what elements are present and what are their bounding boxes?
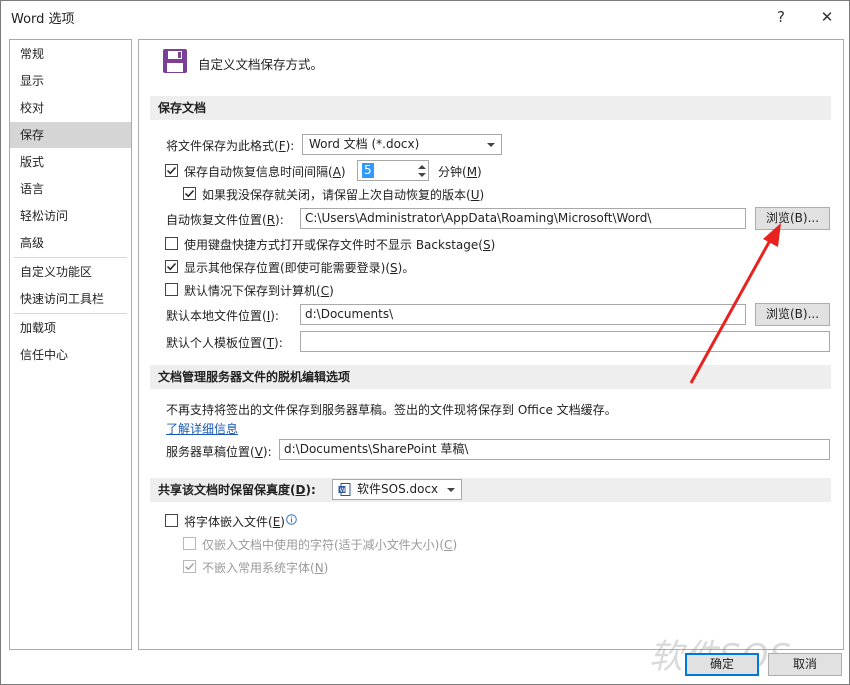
autorecover-minutes-value: 5 <box>362 163 374 178</box>
sidebar-item-quick-access-toolbar[interactable]: 快速访问工具栏 <box>10 286 131 312</box>
offline-info-text: 不再支持将签出的文件保存到服务器草稿。签出的文件现将保存到 Office 文档缓… <box>166 403 617 417</box>
help-button[interactable]: ? <box>761 1 801 33</box>
no-common-fonts-checkbox[interactable] <box>183 560 196 573</box>
server-drafts-location-input[interactable]: d:\Documents\SharePoint 草稿\ <box>279 439 830 460</box>
options-sidebar: 常规 显示 校对 保存 版式 语言 轻松访问 高级 自定义功能区 快速访问工具栏… <box>9 39 132 650</box>
save-to-computer-checkbox[interactable] <box>165 283 178 296</box>
sidebar-item-accessibility[interactable]: 轻松访问 <box>10 203 131 229</box>
annotation-arrow <box>689 223 781 384</box>
fidelity-document-select[interactable]: W 软件SOS.docx <box>332 479 462 500</box>
embed-used-characters-label: 仅嵌入文档中使用的字符(适于减小文件大小)(C) <box>202 538 458 552</box>
spin-up-icon[interactable] <box>418 165 426 169</box>
sidebar-divider <box>14 313 127 314</box>
autorecover-label: 保存自动恢复信息时间间隔(A) <box>184 165 346 179</box>
save-format-value: Word 文档 (*.docx) <box>309 137 420 151</box>
section-heading-save-documents: 保存文档 <box>150 96 831 120</box>
keep-last-version-checkbox[interactable] <box>183 187 196 200</box>
embed-used-characters-checkbox[interactable] <box>183 537 196 550</box>
embed-fonts-checkbox[interactable] <box>165 514 178 527</box>
autorecover-checkbox[interactable] <box>165 164 178 177</box>
sidebar-item-add-ins[interactable]: 加载项 <box>10 315 131 341</box>
word-options-dialog: Word 选项 ? ✕ 常规 显示 校对 保存 版式 语言 轻松访问 高级 自定… <box>0 0 850 685</box>
close-icon: ✕ <box>820 8 834 26</box>
section-heading-preserve-fidelity: 共享该文档时保留保真度(D): <box>150 478 831 502</box>
show-other-locations-label: 显示其他保存位置(即使可能需要登录)(S)。 <box>184 261 415 275</box>
server-drafts-location-label: 服务器草稿位置(V): <box>166 445 272 459</box>
embed-fonts-label: 将字体嵌入文件(E) <box>184 515 285 529</box>
fidelity-document-value: 软件SOS.docx <box>357 482 439 496</box>
learn-more-link[interactable]: 了解详细信息 <box>166 420 238 437</box>
save-format-label: 将文件保存为此格式(F): <box>166 139 295 153</box>
save-format-select[interactable]: Word 文档 (*.docx) <box>302 134 502 155</box>
sidebar-item-trust-center[interactable]: 信任中心 <box>10 342 131 368</box>
autorecover-location-label: 自动恢复文件位置(R): <box>166 213 284 227</box>
minutes-label: 分钟(M) <box>438 165 482 179</box>
save-to-computer-label: 默认情况下保存到计算机(C) <box>184 284 334 298</box>
no-common-fonts-label: 不嵌入常用系统字体(N) <box>202 561 329 575</box>
sidebar-item-proofing[interactable]: 校对 <box>10 95 131 121</box>
svg-text:W: W <box>340 487 346 494</box>
default-local-location-input[interactable]: d:\Documents\ <box>300 304 746 325</box>
default-local-location-label: 默认本地文件位置(I): <box>166 309 279 323</box>
sidebar-item-advanced[interactable]: 高级 <box>10 230 131 256</box>
sidebar-item-language[interactable]: 语言 <box>10 176 131 202</box>
show-other-locations-checkbox[interactable] <box>165 260 178 273</box>
cancel-button[interactable]: 取消 <box>768 653 842 676</box>
info-icon[interactable] <box>286 514 297 525</box>
title-bar: Word 选项 ? ✕ <box>1 1 849 33</box>
sidebar-item-save[interactable]: 保存 <box>10 122 131 148</box>
sidebar-item-layout[interactable]: 版式 <box>10 149 131 175</box>
sidebar-item-display[interactable]: 显示 <box>10 68 131 94</box>
sidebar-item-customize-ribbon[interactable]: 自定义功能区 <box>10 259 131 285</box>
no-backstage-checkbox[interactable] <box>165 237 178 250</box>
chevron-down-icon <box>447 488 455 492</box>
keep-last-version-label: 如果我没保存就关闭，请保留上次自动恢复的版本(U) <box>202 188 485 202</box>
autorecover-minutes-stepper[interactable]: 5 <box>357 160 429 181</box>
no-backstage-label: 使用键盘快捷方式打开或保存文件时不显示 Backstage(S) <box>184 238 496 252</box>
sidebar-item-general[interactable]: 常规 <box>10 41 131 67</box>
spin-down-icon[interactable] <box>418 173 426 177</box>
word-document-icon: W <box>338 483 351 496</box>
sidebar-divider <box>14 257 127 258</box>
chevron-down-icon <box>487 143 495 147</box>
floppy-disk-icon <box>162 48 188 74</box>
ok-button[interactable]: 确定 <box>685 653 759 676</box>
close-button[interactable]: ✕ <box>807 1 847 33</box>
default-template-location-label: 默认个人模板位置(T): <box>166 336 283 350</box>
page-title: 自定义文档保存方式。 <box>198 57 324 72</box>
help-icon: ? <box>777 8 785 26</box>
autorecover-location-input[interactable]: C:\Users\Administrator\AppData\Roaming\M… <box>300 208 746 229</box>
window-title: Word 选项 <box>11 12 75 27</box>
